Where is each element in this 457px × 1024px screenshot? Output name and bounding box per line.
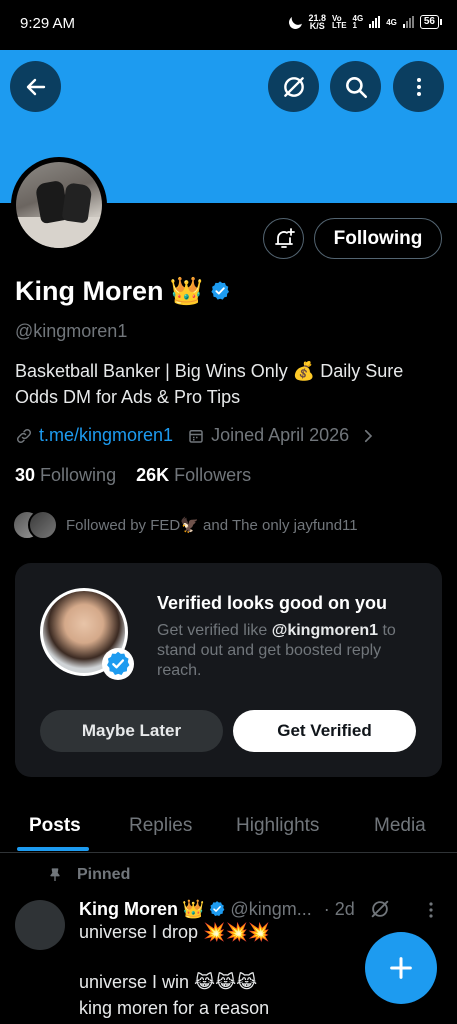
profile-name: King Moren 👑: [15, 275, 231, 307]
tab-highlights[interactable]: Highlights: [236, 815, 319, 837]
following-label: Following: [40, 465, 117, 485]
tab-media[interactable]: Media: [374, 815, 426, 837]
network-type-1: 4G 1: [352, 15, 364, 30]
following-count-link[interactable]: 30 Following: [15, 465, 116, 486]
post-time: · 2d: [323, 898, 355, 919]
post-text-line-2: universe I win 😹😹😹: [79, 972, 258, 992]
bell-plus-icon: [274, 227, 295, 248]
more-vertical-icon[interactable]: [424, 901, 438, 919]
status-time: 9:29 AM: [20, 15, 76, 32]
verified-promo-card: Verified looks good on you Get verified …: [15, 563, 442, 777]
search-button[interactable]: [330, 61, 381, 112]
net2-bottom: 1: [352, 21, 357, 30]
search-icon: [345, 76, 367, 98]
profile-bio: Basketball Banker | Big Wins Only 💰 Dail…: [15, 361, 404, 407]
notifications-button[interactable]: [263, 218, 304, 259]
joined-date: Joined April 2026: [211, 425, 350, 445]
promo-verified-badge: [102, 648, 134, 680]
get-verified-button[interactable]: Get Verified: [233, 710, 416, 752]
followed-by-row[interactable]: Followed by FED🦅 and The only jayfund11: [12, 510, 358, 540]
speed-unit: K/S: [309, 21, 325, 31]
active-tab-indicator: [17, 847, 89, 851]
promo-text-prefix: Get verified like: [157, 622, 272, 639]
verified-badge-icon: [210, 901, 225, 917]
verified-badge-icon: [107, 651, 130, 675]
compose-button[interactable]: [365, 932, 437, 1004]
battery-icon: 56: [419, 15, 443, 29]
profile-meta: t.me/kingmoren1 Joined April 2026: [15, 425, 377, 446]
profile-avatar[interactable]: [11, 157, 107, 253]
profile-tabs: Posts Replies Highlights Media: [0, 800, 457, 853]
crown-emoji: 👑: [169, 276, 204, 306]
pin-icon: [50, 868, 60, 881]
more-button[interactable]: [393, 61, 444, 112]
grok-icon[interactable]: [369, 898, 391, 920]
followers-count-link[interactable]: 26K Followers: [136, 465, 251, 486]
more-vertical-icon: [416, 77, 421, 96]
back-button[interactable]: [10, 61, 61, 112]
grok-button[interactable]: [268, 61, 319, 112]
followed-by-avatars: [12, 510, 58, 540]
followers-count: 26K: [136, 465, 170, 485]
profile-name-text: King Moren: [15, 275, 164, 306]
signal-icon-2: [402, 16, 414, 28]
follow-counts: 30 Following 26K Followers: [15, 465, 251, 486]
grok-icon: [283, 76, 304, 97]
post-author-handle: @kingm...: [230, 898, 312, 919]
link-icon: [16, 428, 32, 443]
promo-text-handle: @kingmoren1: [271, 622, 379, 639]
tab-posts[interactable]: Posts: [29, 815, 81, 837]
avatar-image: [16, 162, 102, 248]
volte-bottom: LTE: [332, 21, 347, 30]
promo-title: Verified looks good on you: [157, 593, 388, 613]
followers-label: Followers: [174, 465, 252, 485]
pinned-label: Pinned: [47, 866, 130, 884]
followed-by-text: Followed by FED🦅 and The only jayfund11: [66, 517, 358, 534]
status-icons: 21.8 K/S Vo LTE 4G 1 4G 56: [288, 14, 443, 31]
calendar-icon: [189, 429, 203, 443]
promo-text: Get verified like @kingmoren1 to stand o…: [157, 621, 427, 681]
post-text-line-3: king moren for a reason: [79, 998, 270, 1018]
post-author-name[interactable]: King Moren: [79, 899, 178, 920]
verified-badge-icon[interactable]: [209, 280, 231, 302]
volte-indicator: Vo LTE: [332, 15, 347, 30]
maybe-later-button[interactable]: Maybe Later: [40, 710, 223, 752]
follower-avatar-2: [28, 510, 58, 540]
following-button[interactable]: Following: [314, 218, 442, 259]
arrow-left-icon: [26, 78, 45, 95]
post-crown-emoji: 👑: [182, 898, 205, 919]
network-speed: 21.8 K/S: [308, 14, 326, 31]
tab-replies[interactable]: Replies: [129, 815, 192, 837]
status-bar: 9:29 AM 21.8 K/S Vo LTE 4G 1 4G 56: [0, 0, 457, 50]
post-header: King Moren 👑 @kingm... · 2d: [79, 898, 444, 920]
profile-link[interactable]: t.me/kingmoren1: [39, 425, 173, 446]
following-count: 30: [15, 465, 36, 485]
plus-icon: [390, 957, 412, 979]
profile-handle: @kingmoren1: [15, 321, 128, 341]
post-text-line-1: universe I drop 💥💥💥: [79, 922, 271, 942]
moon-icon: [288, 14, 305, 31]
post-avatar[interactable]: [15, 900, 65, 950]
pinned-text: Pinned: [77, 866, 131, 883]
signal-icon: [369, 16, 381, 28]
chevron-right-icon[interactable]: [359, 427, 377, 445]
network-type-2: 4G: [386, 17, 397, 27]
